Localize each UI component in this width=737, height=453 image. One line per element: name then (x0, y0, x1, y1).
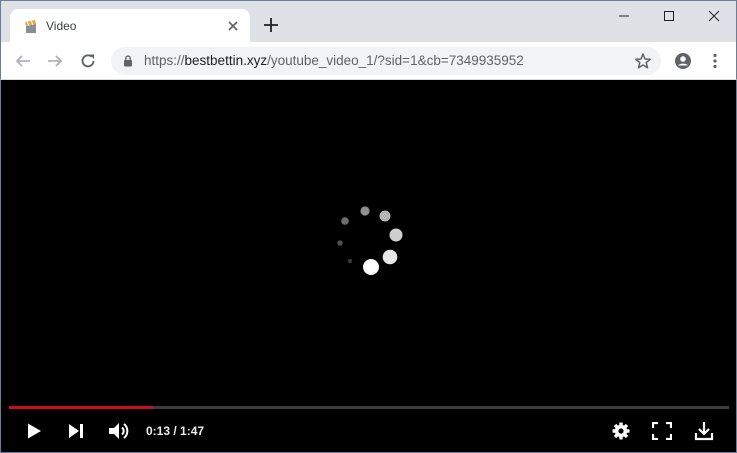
url-text[interactable]: https://bestbettin.xyz/youtube_video_1/?… (144, 53, 524, 69)
arrow-right-icon (48, 55, 63, 67)
loading-spinner-icon (337, 206, 403, 275)
volume-icon (109, 423, 129, 439)
profile-button[interactable] (673, 51, 693, 71)
progress-played (9, 406, 153, 409)
gear-icon (612, 422, 630, 440)
address-bar[interactable]: https://bestbettin.xyz/youtube_video_1/?… (111, 47, 661, 75)
url-host: bestbettin.xyz (184, 53, 268, 68)
fullscreen-icon (652, 422, 672, 440)
play-button[interactable] (23, 420, 45, 442)
play-icon (28, 423, 41, 439)
arrow-left-icon (15, 55, 30, 67)
reload-button[interactable] (78, 51, 98, 71)
fullscreen-button[interactable] (651, 420, 673, 442)
settings-button[interactable] (610, 420, 632, 442)
volume-button[interactable] (107, 420, 133, 442)
video-favicon-icon (25, 20, 36, 33)
browser-tab[interactable]: Video (10, 9, 250, 43)
close-icon (708, 10, 720, 22)
download-button[interactable] (693, 420, 715, 442)
video-player[interactable]: 0:13 / 1:47 (0, 80, 737, 453)
kebab-menu-icon (713, 53, 717, 69)
progress-bar[interactable] (9, 406, 729, 409)
window-close-button[interactable] (692, 1, 736, 31)
timecode: 0:13 / 1:47 (146, 424, 205, 438)
minimize-icon (619, 15, 629, 17)
window-maximize-button[interactable] (647, 1, 691, 31)
window-minimize-button[interactable] (602, 1, 646, 31)
title-bar: Video (0, 0, 737, 43)
back-button[interactable] (13, 51, 33, 71)
reload-icon (81, 54, 95, 68)
new-tab-plus-icon[interactable] (262, 16, 280, 34)
browser-toolbar: https://bestbettin.xyz/youtube_video_1/?… (0, 42, 737, 80)
next-button[interactable] (65, 420, 87, 442)
lock-icon[interactable] (121, 54, 135, 68)
skip-next-icon (69, 424, 83, 438)
bookmark-star-icon[interactable] (634, 52, 652, 70)
url-scheme: https:// (144, 53, 185, 68)
maximize-icon (664, 11, 674, 21)
tab-close-icon[interactable] (226, 19, 240, 33)
download-icon (694, 422, 714, 441)
account-icon (675, 53, 691, 69)
tab-title: Video (46, 19, 77, 33)
url-path: /youtube_video_1/?sid=1&cb=7349935952 (267, 53, 524, 68)
forward-button[interactable] (45, 51, 65, 71)
browser-menu-button[interactable] (705, 51, 725, 71)
